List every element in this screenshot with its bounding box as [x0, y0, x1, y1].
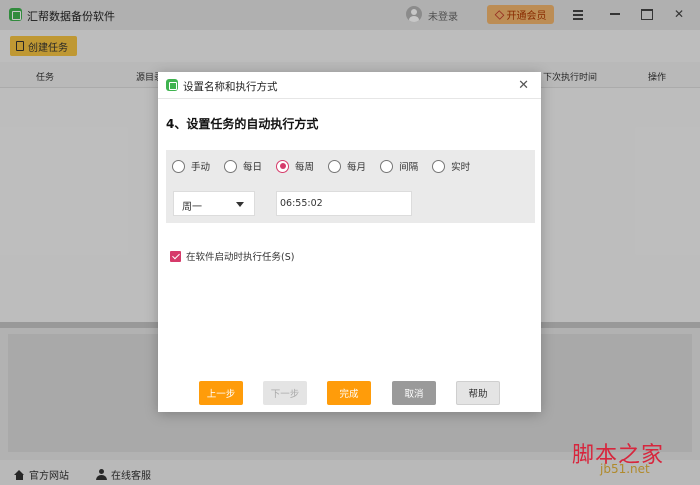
radio-manual[interactable]: 手动 — [172, 159, 210, 173]
step-title: 4、设置任务的自动执行方式 — [166, 117, 319, 131]
run-on-startup-label: 在软件启动时执行任务(S) — [186, 252, 295, 263]
radio-circle-icon — [224, 159, 238, 173]
weekday-dropdown[interactable]: 周一 — [173, 191, 255, 216]
radio-label: 手动 — [191, 162, 211, 173]
radio-monthly[interactable]: 每月 — [328, 159, 366, 173]
radio-circle-icon — [328, 159, 342, 173]
dialog-close-icon[interactable]: ✕ — [518, 78, 529, 93]
radio-label: 间隔 — [399, 162, 419, 173]
weekday-value: 周一 — [182, 202, 202, 213]
help-button[interactable]: 帮助 — [456, 381, 500, 405]
finish-button[interactable]: 完成 — [327, 381, 371, 405]
prev-button[interactable]: 上一步 — [199, 381, 243, 405]
watermark-url: jb51.net — [600, 462, 650, 476]
dialog-titlebar: 设置名称和执行方式 ✕ — [158, 72, 541, 99]
radio-label: 每月 — [347, 162, 367, 173]
radio-label: 实时 — [451, 162, 471, 173]
dialog-logo-icon — [166, 79, 178, 91]
schedule-panel: 手动 每日 每周 每月 间隔 实时 周一 06:55:02 — [166, 150, 535, 223]
radio-circle-icon — [432, 159, 446, 173]
radio-label: 每周 — [295, 162, 315, 173]
radio-interval[interactable]: 间隔 — [380, 159, 418, 173]
radio-daily[interactable]: 每日 — [224, 159, 262, 173]
radio-checked-icon — [276, 159, 290, 173]
radio-circle-icon — [380, 159, 394, 173]
frequency-radio-group: 手动 每日 每周 每月 间隔 实时 — [172, 159, 484, 173]
schedule-dialog: 设置名称和执行方式 ✕ 4、设置任务的自动执行方式 手动 每日 每周 每月 间隔… — [158, 72, 541, 412]
radio-label: 每日 — [243, 162, 263, 173]
time-input[interactable]: 06:55:02 — [276, 191, 412, 216]
radio-circle-icon — [172, 159, 185, 173]
radio-realtime[interactable]: 实时 — [432, 159, 470, 173]
cancel-button[interactable]: 取消 — [392, 381, 436, 405]
next-button[interactable]: 下一步 — [263, 381, 307, 405]
radio-weekly[interactable]: 每周 — [276, 159, 314, 173]
dialog-title: 设置名称和执行方式 — [183, 81, 278, 93]
checkbox-checked-icon — [170, 250, 181, 262]
chevron-down-icon — [236, 202, 244, 207]
run-on-startup-checkbox[interactable]: 在软件启动时执行任务(S) — [170, 249, 294, 263]
